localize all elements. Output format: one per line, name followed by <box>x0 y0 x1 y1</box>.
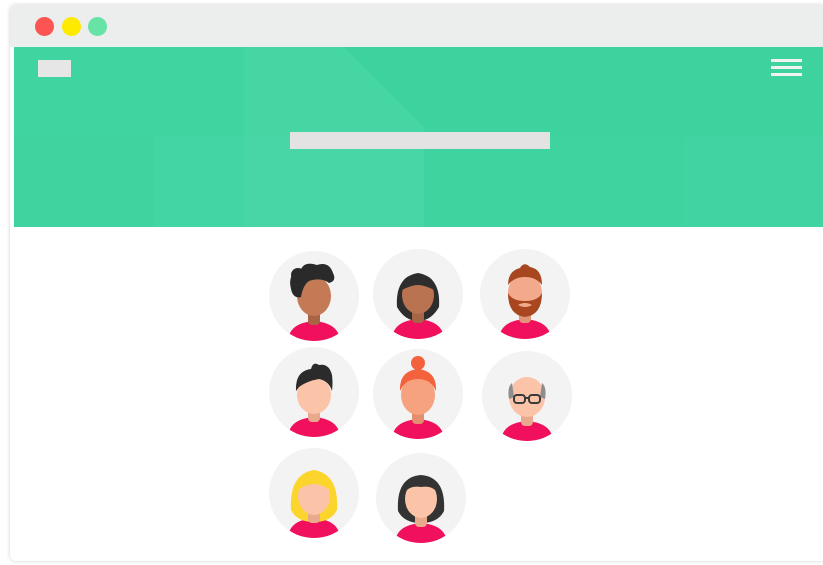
avatar-dark-hair-woman[interactable] <box>376 453 466 543</box>
avatar-spiky-hair-man[interactable] <box>269 347 359 437</box>
close-window-button[interactable] <box>35 17 54 36</box>
avatar-curly-hair-man[interactable] <box>269 251 359 341</box>
avatar-blonde-woman[interactable] <box>269 448 359 538</box>
avatar-bob-hair-woman[interactable] <box>373 249 463 339</box>
menu-line <box>771 73 802 76</box>
avatar-bearded-man[interactable] <box>480 249 570 339</box>
hamburger-menu-icon[interactable] <box>771 59 802 77</box>
title-placeholder-bar <box>290 132 550 149</box>
zoom-window-button[interactable] <box>88 17 107 36</box>
menu-line <box>771 66 802 69</box>
menu-line <box>771 59 802 62</box>
avatar-bald-man-glasses[interactable] <box>482 351 572 441</box>
window-titlebar <box>10 5 823 47</box>
logo-placeholder[interactable] <box>38 60 71 77</box>
avatar-redhead-bun-woman[interactable] <box>373 349 463 439</box>
header-banner <box>14 47 823 227</box>
minimize-window-button[interactable] <box>62 17 81 36</box>
